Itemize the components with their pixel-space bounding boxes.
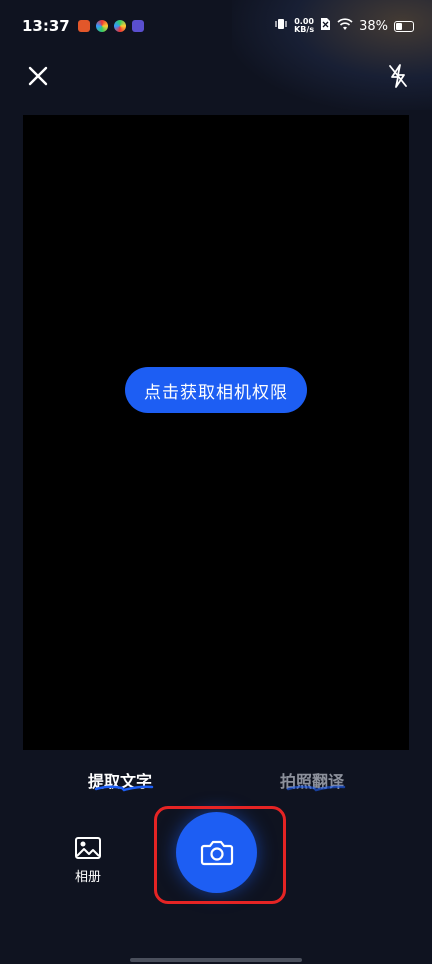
shutter-button[interactable]	[176, 812, 257, 893]
close-icon	[28, 66, 48, 86]
gallery-icon	[75, 837, 101, 859]
active-tab-indicator	[94, 785, 154, 792]
home-indicator[interactable]	[130, 958, 302, 962]
camera-icon	[200, 840, 233, 865]
vibrate-icon	[274, 17, 288, 35]
app-notification-icon	[77, 20, 90, 32]
camera-permission-button[interactable]: 点击获取相机权限	[125, 367, 307, 413]
close-button[interactable]	[24, 62, 52, 90]
album-label: 相册	[74, 870, 101, 885]
status-time: 13:37	[22, 17, 70, 35]
colorful-app-notification-icon-2	[113, 20, 126, 32]
status-right: 0.00 KB/s 38%	[274, 17, 414, 35]
video-app-notification-icon	[131, 20, 144, 32]
colorful-app-notification-icon	[95, 20, 108, 32]
battery-icon	[394, 20, 414, 32]
status-bar: 13:37 0.00 KB/s 38%	[0, 0, 432, 52]
battery-fill	[396, 22, 402, 30]
flash-toggle-button[interactable]	[386, 62, 410, 90]
network-speed-unit: KB/s	[294, 25, 315, 34]
no-sim-icon	[320, 17, 331, 35]
status-left: 13:37	[22, 17, 144, 35]
album-button[interactable]: 相册	[70, 836, 106, 885]
flash-off-icon	[389, 64, 407, 88]
network-speed: 0.00 KB/s	[294, 18, 314, 34]
wifi-icon	[337, 17, 353, 35]
camera-viewfinder	[23, 115, 409, 750]
battery-percent: 38%	[359, 18, 388, 34]
inactive-tab-indicator	[286, 785, 346, 792]
